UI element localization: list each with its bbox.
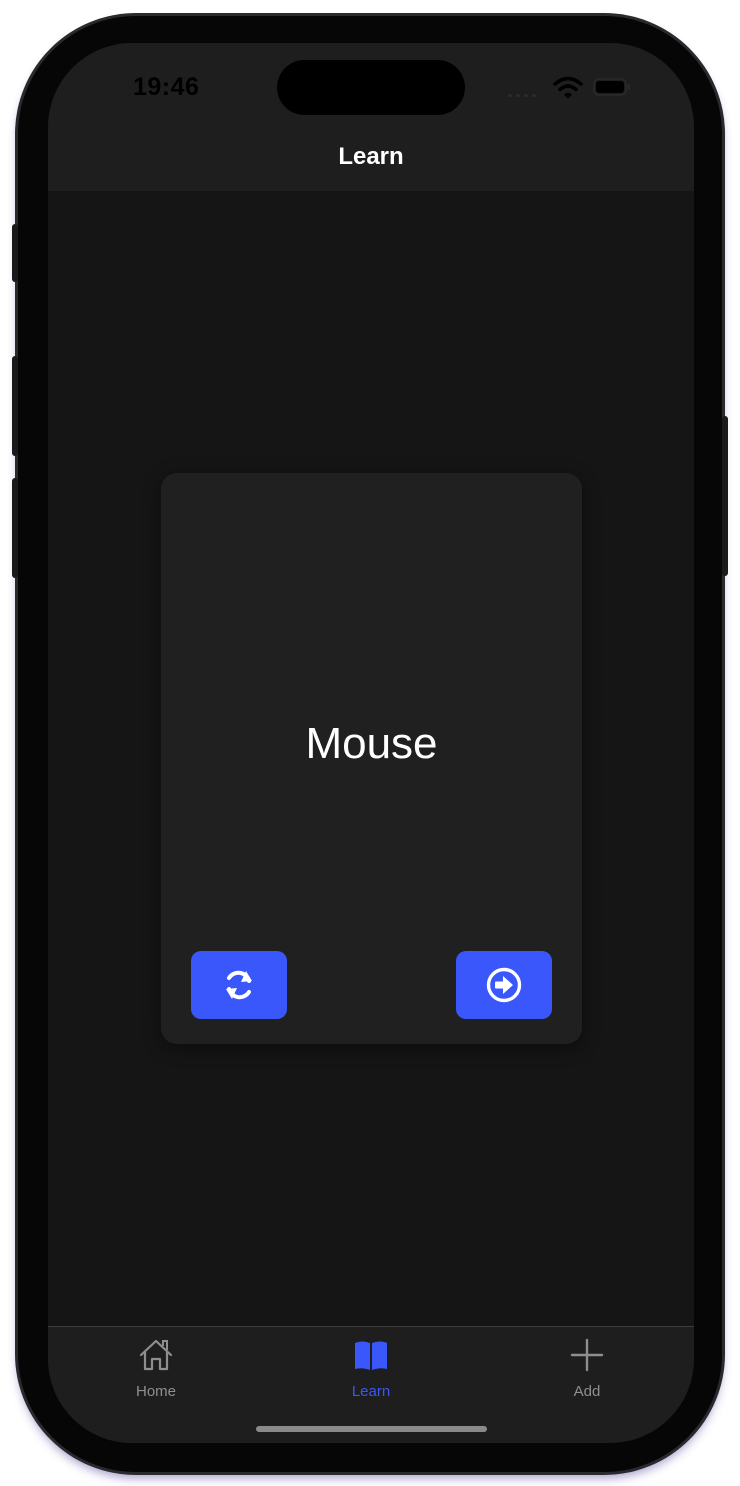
refresh-icon	[226, 970, 252, 1000]
flip-card-button[interactable]	[191, 951, 287, 1019]
page-title: Learn	[338, 143, 404, 170]
tab-learn-label: Learn	[351, 1383, 391, 1400]
battery-icon	[593, 78, 630, 96]
home-indicator	[256, 1426, 487, 1432]
app-screen: 19:46 Learn Mouse Home Learn Add	[48, 43, 694, 1443]
wifi-icon	[553, 76, 583, 99]
cellular-signal-icon	[508, 93, 544, 97]
volume-up-button	[12, 356, 18, 456]
flashcard[interactable]: Mouse	[161, 473, 582, 1044]
tab-learn[interactable]: Learn	[301, 1327, 441, 1407]
navigation-header: 19:46 Learn	[48, 43, 694, 191]
tab-home-label: Home	[135, 1383, 176, 1400]
dynamic-island	[277, 60, 465, 115]
status-time: 19:46	[133, 73, 200, 101]
house-icon	[139, 1339, 173, 1371]
book-icon	[355, 1341, 387, 1370]
power-button	[722, 416, 728, 576]
flashcard-word: Mouse	[305, 719, 438, 768]
tab-home[interactable]: Home	[86, 1327, 226, 1407]
tab-add-label: Add	[573, 1383, 601, 1400]
arrow-right-circle-icon	[486, 967, 522, 1003]
volume-down-button	[12, 478, 18, 578]
next-card-button[interactable]	[456, 951, 552, 1019]
plus-icon	[570, 1338, 604, 1372]
tab-add[interactable]: Add	[517, 1327, 657, 1407]
action-button	[12, 224, 18, 282]
